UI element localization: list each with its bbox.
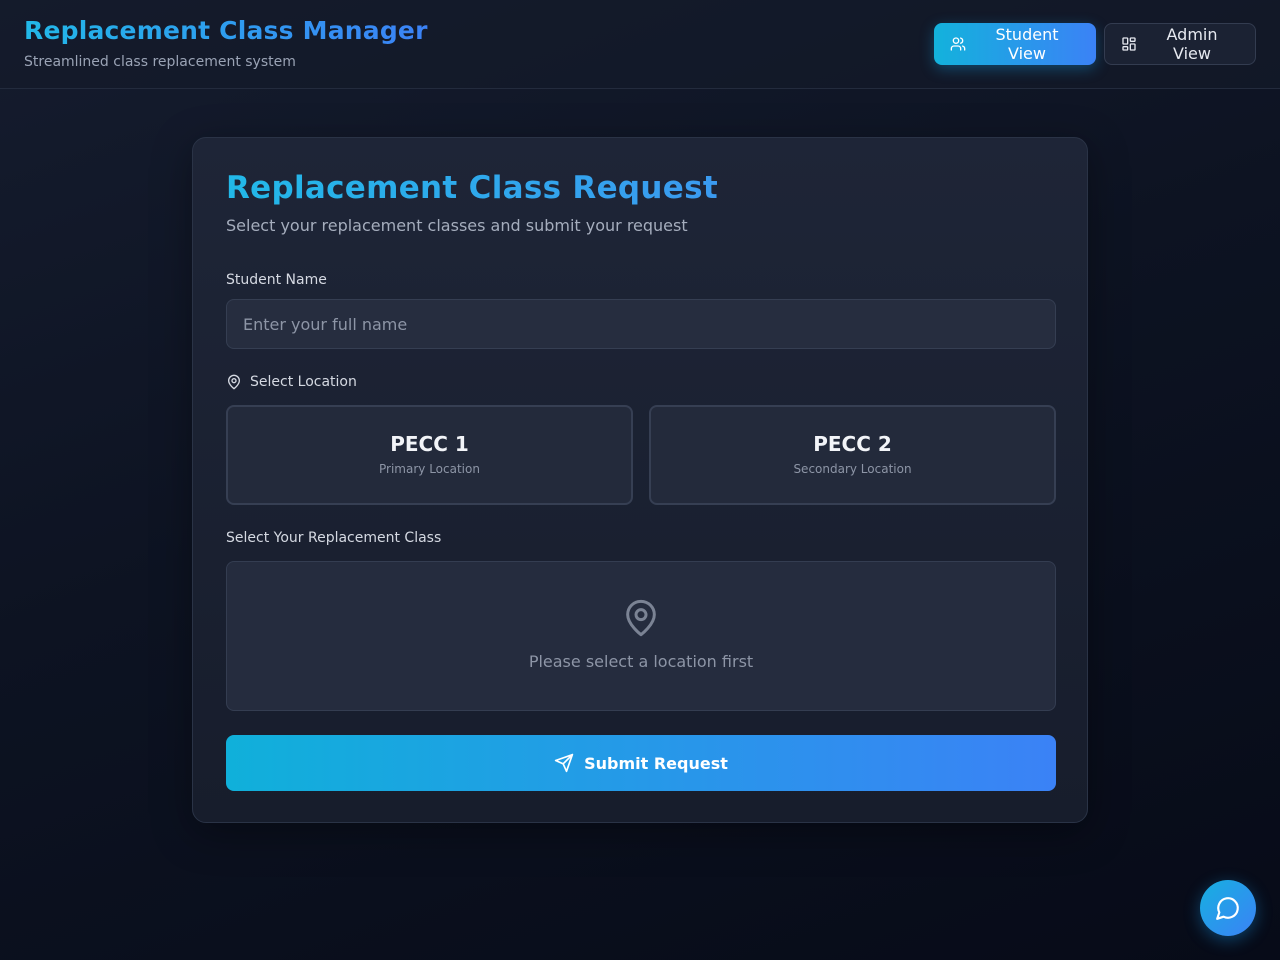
- location-name: PECC 1: [390, 432, 469, 456]
- location-label: Select Location: [226, 374, 357, 390]
- empty-state-message: Please select a location first: [528, 652, 754, 671]
- chat-button[interactable]: [1200, 880, 1256, 936]
- submit-request-label: Submit Request: [584, 753, 728, 773]
- location-option-pecc-1[interactable]: PECC 1 Primary Location: [226, 405, 633, 505]
- location-description: Secondary Location: [793, 462, 912, 476]
- app-header: Replacement Class Manager Streamlined cl…: [0, 0, 1280, 89]
- location-label-text: Select Location: [250, 374, 357, 390]
- location-option-pecc-2[interactable]: PECC 2 Secondary Location: [649, 405, 1056, 505]
- chat-bubble-icon: [1216, 897, 1239, 920]
- location-name: PECC 2: [813, 432, 892, 456]
- request-form-card: Replacement Class Request Select your re…: [192, 137, 1088, 823]
- location-description: Primary Location: [379, 462, 480, 476]
- student-view-label: Student View: [995, 25, 1059, 63]
- send-icon: [554, 753, 574, 773]
- admin-view-label: Admin View: [1166, 25, 1218, 63]
- submit-request-button[interactable]: Submit Request: [226, 735, 1056, 791]
- users-icon: [950, 37, 966, 51]
- dashboard-grid-icon: [1122, 37, 1136, 51]
- replacement-class-empty-state: Please select a location first: [226, 561, 1056, 711]
- map-pin-icon: [626, 599, 656, 637]
- student-view-button[interactable]: Student View: [934, 23, 1096, 65]
- student-name-input[interactable]: [226, 299, 1056, 349]
- app-subtitle: Streamlined class replacement system: [24, 54, 296, 70]
- form-title: Replacement Class Request: [226, 170, 718, 206]
- form-subtitle: Select your replacement classes and subm…: [226, 216, 688, 235]
- map-pin-icon: [228, 374, 240, 390]
- admin-view-button[interactable]: Admin View: [1104, 23, 1256, 65]
- student-name-label: Student Name: [226, 272, 327, 288]
- replacement-class-label: Select Your Replacement Class: [226, 530, 442, 546]
- app-title: Replacement Class Manager: [24, 16, 428, 45]
